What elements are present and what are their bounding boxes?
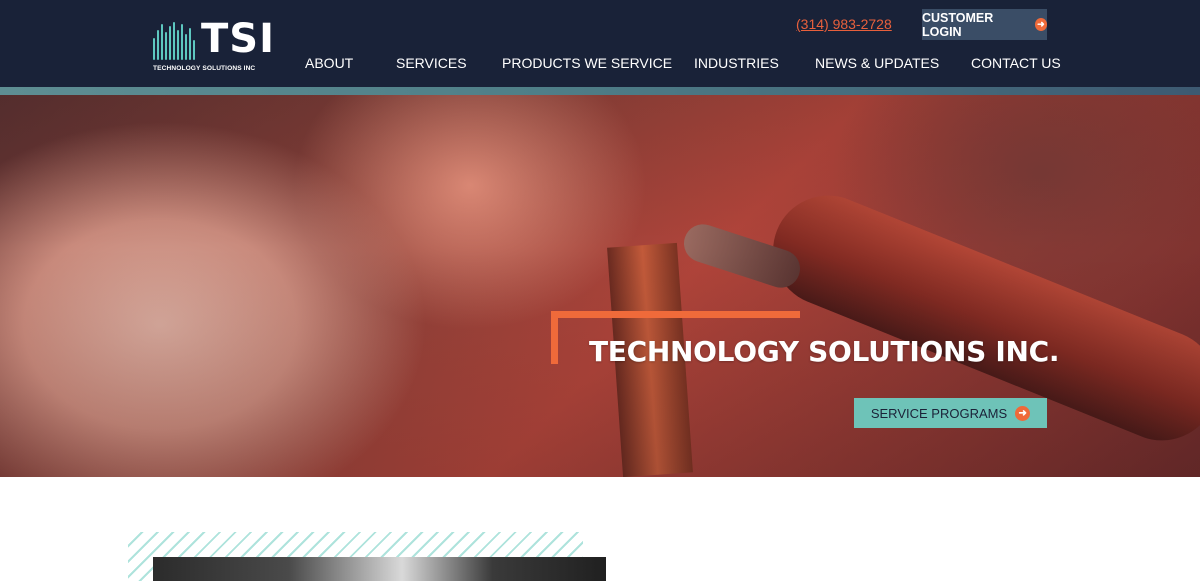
customer-login-button[interactable]: CUSTOMER LOGIN ➜ [922,9,1047,40]
service-programs-button[interactable]: SERVICE PROGRAMS ➜ [854,398,1047,428]
arrow-right-circle-icon: ➜ [1034,18,1047,31]
arrow-right-circle-icon: ➜ [1015,405,1031,421]
nav-item-industries[interactable]: INDUSTRIES [694,55,779,71]
site-header: TSI TECHNOLOGY SOLUTIONS INC (314) 983-2… [0,0,1200,87]
video-thumbnail[interactable] [153,557,606,581]
nav-item-about[interactable]: ABOUT [305,55,353,71]
hero-title: TECHNOLOGY SOLUTIONS INC. [589,335,1060,368]
nav-item-services[interactable]: SERVICES [396,55,467,71]
nav-item-news-updates[interactable]: NEWS & UPDATES [815,55,939,71]
hero-banner: TECHNOLOGY SOLUTIONS INC. SERVICE PROGRA… [0,95,1200,477]
header-divider-stripe [0,87,1200,95]
logo-wordmark: TSI [201,16,275,62]
nav-item-contact-us[interactable]: CONTACT US [971,55,1061,71]
hero-accent-bracket [551,311,800,318]
phone-link[interactable]: (314) 983-2728 [796,16,892,32]
nav-item-products-we-service[interactable]: PRODUCTS WE SERVICE [502,55,672,71]
logo-bars-icon [153,22,197,60]
service-programs-label: SERVICE PROGRAMS [870,405,1008,421]
logo-subtitle: TECHNOLOGY SOLUTIONS INC [153,65,256,72]
hero-accent-bracket-side [551,311,558,364]
tsi-logo[interactable]: TSI TECHNOLOGY SOLUTIONS INC [153,16,274,74]
customer-login-label: CUSTOMER LOGIN [922,10,994,39]
